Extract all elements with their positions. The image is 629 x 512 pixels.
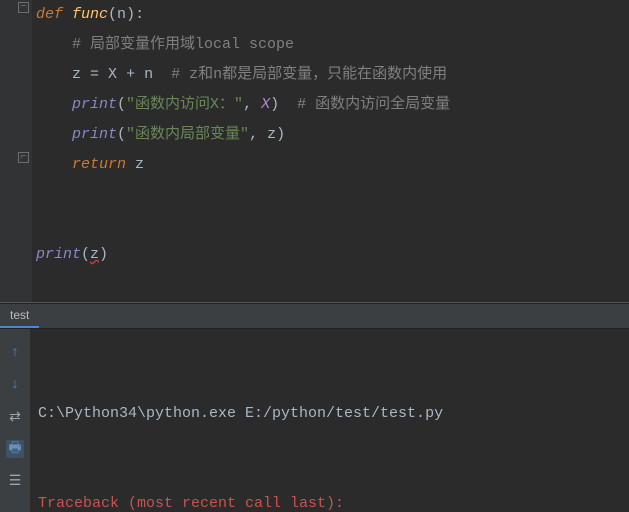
console-command: C:\Python34\python.exe E:/python/test/te… [38,399,621,429]
fold-toggle-icon[interactable]: ⌐ [18,152,29,163]
soft-wrap-icon[interactable]: ⇄ [6,408,24,426]
traceback-header: Traceback (most recent call last): [38,489,621,512]
console-pane: ↑ ↓ ⇄ 🖶 ☰ C:\Python34\python.exe E:/pyth… [0,329,629,512]
code-line: print("函数内访问X：", X) # 函数内访问全局变量 [36,90,629,120]
editor-gutter: −⌐ [0,0,32,302]
run-tab-bar: test [0,303,629,329]
filter-icon[interactable]: ☰ [6,472,24,490]
code-editor-pane[interactable]: −⌐ def func(n): # 局部变量作用域local scope z =… [0,0,629,303]
code-line: print(z) [36,240,629,270]
code-line: return z [36,150,629,180]
run-tab-test[interactable]: test [0,304,39,328]
code-line: # 局部变量作用域local scope [36,30,629,60]
code-line [36,210,629,240]
fold-toggle-icon[interactable]: − [18,2,29,13]
print-icon[interactable]: 🖶 [6,440,24,458]
code-line: def func(n): [36,0,629,30]
code-line [36,180,629,210]
console-output[interactable]: C:\Python34\python.exe E:/python/test/te… [30,329,629,512]
stack-down-icon[interactable]: ↓ [6,376,24,394]
code-content[interactable]: def func(n): # 局部变量作用域local scope z = X … [36,0,629,270]
console-toolbar: ↑ ↓ ⇄ 🖶 ☰ [0,329,30,512]
code-line: print("函数内局部变量", z) [36,120,629,150]
stack-up-icon[interactable]: ↑ [6,344,24,362]
code-line: z = X + n # z和n都是局部变量，只能在函数内使用 [36,60,629,90]
